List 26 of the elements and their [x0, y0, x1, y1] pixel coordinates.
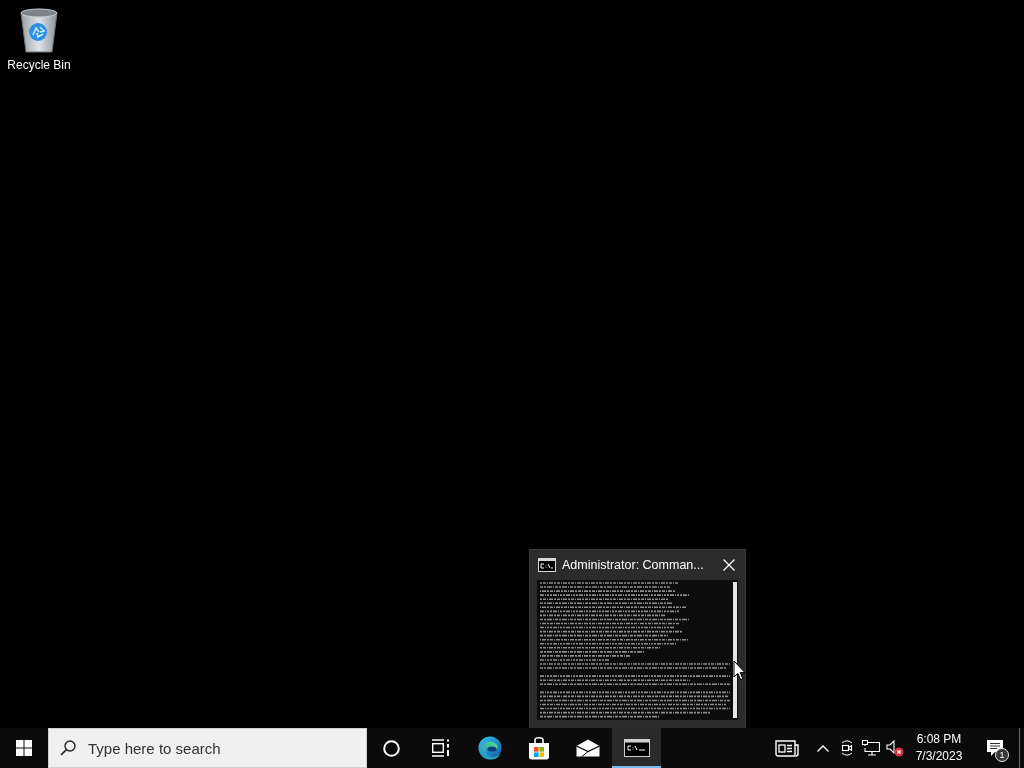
notification-button[interactable]: 1 — [971, 728, 1019, 768]
thumbnail-title: Administrator: Comman... — [562, 558, 705, 572]
chevron-up-icon — [817, 744, 829, 752]
close-button[interactable] — [721, 557, 737, 573]
video-camera-icon — [840, 740, 854, 756]
terminal-icon — [623, 739, 650, 757]
notification-count-badge: 1 — [995, 748, 1009, 762]
swirl-icon — [477, 736, 502, 760]
desktop-icon-label[interactable]: Recycle Bin — [7, 58, 71, 72]
clock-time[interactable]: 6:08 PM — [916, 731, 962, 748]
shopping-bag-icon — [527, 736, 550, 760]
taskbar-button[interactable] — [612, 728, 661, 768]
task-view-icon — [430, 739, 451, 757]
recycle-bin-icon[interactable] — [19, 8, 59, 53]
newspaper-icon — [775, 739, 799, 757]
search-icon — [60, 740, 76, 756]
four-squares-icon — [16, 740, 32, 756]
computer-monitor-icon — [862, 740, 880, 756]
close-icon — [723, 559, 735, 571]
window-thumbnail[interactable]: Administrator: Comman... — [529, 549, 746, 728]
ring-icon — [383, 739, 400, 757]
search-field[interactable]: Type here to search — [48, 728, 367, 768]
mouse-pointer-icon — [733, 660, 746, 681]
clock-date[interactable]: 7/3/2023 — [915, 748, 963, 765]
envelope-icon — [575, 739, 600, 757]
terminal-icon — [538, 558, 556, 572]
